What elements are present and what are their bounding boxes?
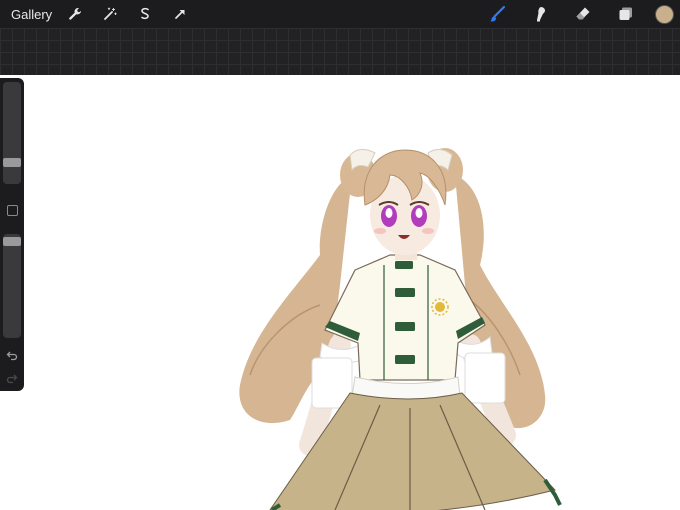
undo-icon[interactable] xyxy=(4,348,20,362)
opacity-thumb[interactable] xyxy=(3,237,21,246)
right-tool-group xyxy=(465,0,680,28)
eraser-icon[interactable] xyxy=(572,3,594,25)
left-sidebar xyxy=(0,78,24,391)
opacity-slider[interactable] xyxy=(3,234,21,338)
brush-size-thumb[interactable] xyxy=(3,158,21,167)
brush-size-slider[interactable] xyxy=(3,82,21,184)
drawing-canvas[interactable] xyxy=(0,75,680,510)
gallery-button[interactable]: Gallery xyxy=(11,7,52,22)
canvas-grid-margin xyxy=(0,28,680,75)
selection-icon[interactable] xyxy=(134,3,156,25)
smudge-icon[interactable] xyxy=(529,3,551,25)
brush-icon[interactable] xyxy=(486,3,508,25)
redo-icon[interactable] xyxy=(4,371,20,385)
wrench-icon[interactable] xyxy=(64,3,86,25)
transform-arrow-icon[interactable] xyxy=(169,3,191,25)
layers-icon[interactable] xyxy=(615,3,637,25)
magic-wand-icon[interactable] xyxy=(99,3,121,25)
modify-button[interactable] xyxy=(7,205,18,216)
top-toolbar: Gallery xyxy=(0,0,680,28)
color-picker-swatch[interactable] xyxy=(655,4,674,24)
